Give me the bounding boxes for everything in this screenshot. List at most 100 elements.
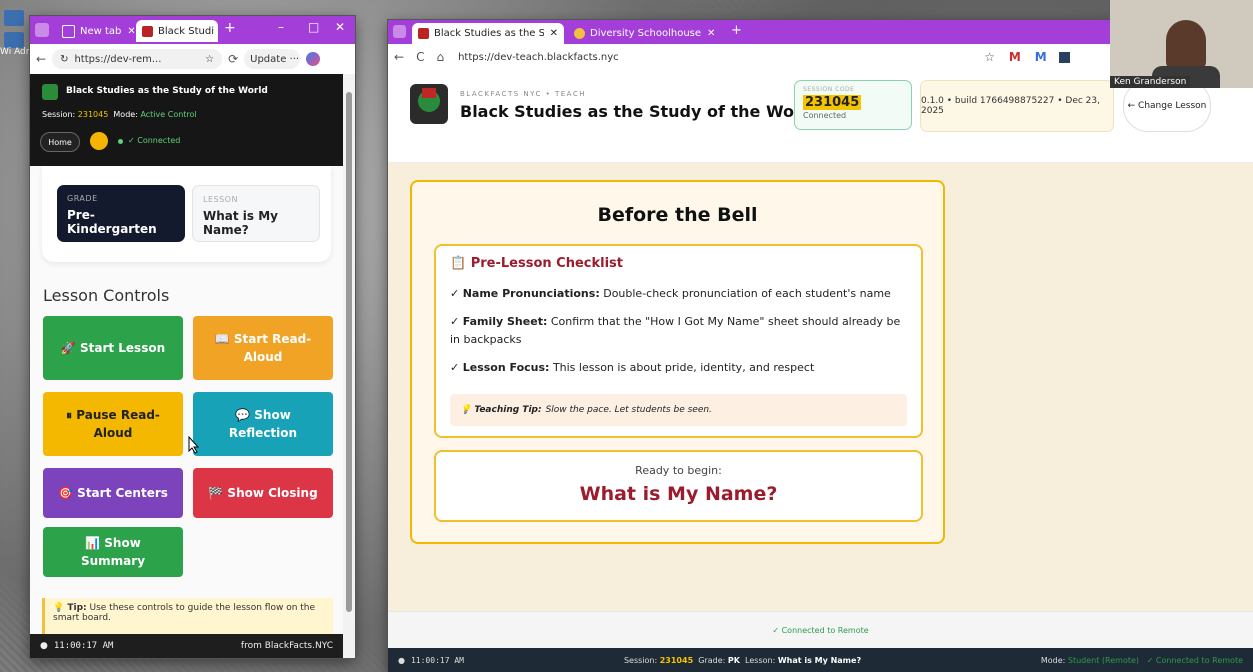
clock-icon: ● [40, 641, 48, 651]
minimize-icon[interactable]: – [278, 20, 284, 34]
grade-card: GRADE Pre-Kindergarten [57, 185, 185, 242]
remote-header: Black Studies as the Study of the World … [30, 74, 355, 166]
footer-source: from BlackFacts.NYC [240, 641, 333, 651]
close-icon[interactable]: ✕ [544, 28, 558, 39]
show-reflection-button[interactable]: 💬 Show Reflection [193, 392, 333, 456]
app-footer: ● 11:00:17 AM Session: 231045 Grade: PK … [388, 648, 1253, 672]
teaching-tip-text: Slow the pace. Let students be seen. [545, 405, 712, 415]
extension-icon[interactable]: ⟳ [228, 52, 238, 66]
update-label: Update [250, 53, 287, 65]
pause-read-aloud-button[interactable]: ⏸ Pause Read-Aloud [43, 392, 183, 456]
show-closing-button[interactable]: 🏁 Show Closing [193, 468, 333, 518]
webcam-person [1166, 20, 1206, 70]
tab-diversity-schoolhouse[interactable]: Diversity Schoolhouse ✕ [568, 23, 718, 44]
workspaces-icon[interactable] [35, 23, 49, 37]
checklist-item: ✓ Lesson Focus: This lesson is about pri… [450, 359, 907, 377]
extension-square-icon[interactable] [1058, 51, 1070, 63]
checklist-item: ✓ Family Sheet: Confirm that the "How I … [450, 313, 907, 349]
back-icon[interactable]: ← [394, 50, 404, 64]
tab-label: New tab [80, 25, 122, 37]
start-centers-button[interactable]: 🎯 Start Centers [43, 468, 183, 518]
blackfacts-logo-icon [42, 84, 58, 100]
tip-box: 💡 Tip: Use these controls to guide the l… [42, 598, 333, 634]
connection-status-bar: ✓ Connected to Remote [388, 611, 1253, 648]
footer-session-label: Session: [623, 655, 658, 665]
ready-to-begin-box: Ready to begin: What is My Name? [434, 450, 923, 522]
tab-label: Black Studi [158, 25, 214, 37]
ready-lesson-name: What is My Name? [579, 483, 778, 505]
remote-browser-window: New tab ✕ Black Studi ✕ + – □ ✕ ← ↻ http… [30, 16, 355, 658]
footer-mode-value: Student (Remote) [1067, 655, 1140, 665]
refresh-icon[interactable]: ↻ [60, 54, 68, 65]
favorite-star-icon[interactable]: ☆ [205, 54, 214, 65]
maximize-icon[interactable]: □ [308, 20, 319, 34]
scrollbar[interactable] [343, 74, 355, 658]
close-window-icon[interactable]: ✕ [335, 20, 345, 34]
start-lesson-button[interactable]: 🚀 Start Lesson [43, 316, 183, 380]
address-bar: ← ↻ https://dev-rem... ☆ ⟳ Update ··· [30, 44, 355, 75]
teach-browser-window: Black Studies as the Study of the ✕ Dive… [388, 20, 1253, 672]
session-line: Session: 231045 Mode: Active Control [42, 110, 197, 119]
item-label: Lesson Focus: [462, 361, 550, 374]
tab-label: Diversity Schoolhouse [590, 28, 702, 39]
tip-label: 💡 Tip: [53, 603, 87, 613]
back-icon[interactable]: ← [36, 52, 46, 66]
close-icon[interactable]: ✕ [121, 26, 134, 37]
url-field[interactable]: ↻ https://dev-rem... ☆ [52, 49, 223, 69]
gmail-icon[interactable]: M [1035, 50, 1047, 64]
webcam-overlay: Ken Granderson [1110, 0, 1253, 88]
favorite-star-icon[interactable]: ☆ [984, 50, 995, 64]
grade-label: GRADE [67, 194, 98, 203]
footer-session: Session: 231045 Grade: PK Lesson: What i… [624, 656, 861, 665]
session-code-label: SESSION CODE [803, 86, 855, 93]
footer-lesson-label: Lesson: [745, 655, 776, 665]
workspaces-icon[interactable] [393, 25, 406, 38]
remote-title: Black Studies as the Study of the World [66, 86, 268, 96]
blackfacts-favicon-icon [142, 25, 153, 37]
footer-grade: PK [727, 655, 740, 665]
remote-footer: ● 11:00:17 AM from BlackFacts.NYC [30, 634, 343, 658]
home-button[interactable]: Home [40, 132, 80, 152]
refresh-icon[interactable]: C [416, 50, 424, 64]
close-icon[interactable]: ✕ [701, 28, 715, 39]
sun-icon[interactable] [90, 132, 108, 150]
new-tab-icon [62, 24, 75, 38]
show-summary-button[interactable]: 📊 Show Summary [43, 527, 183, 577]
item-label: Name Pronunciations: [462, 287, 600, 300]
session-code: 231045 [803, 95, 862, 110]
close-icon[interactable]: ✕ [214, 26, 218, 37]
tab-black-studies[interactable]: Black Studies as the Study of the ✕ [412, 23, 564, 44]
extension-m-icon[interactable]: M [1009, 50, 1021, 64]
session-code: 231045 [77, 110, 109, 119]
checklist-item: ✓ Name Pronunciations: Double-check pron… [450, 285, 907, 303]
blackfacts-logo [410, 84, 448, 124]
check-icon: ✓ [450, 361, 460, 374]
lesson-value: What is My Name? [203, 209, 278, 237]
url-field[interactable]: https://dev-teach.blackfacts.nyc [450, 47, 921, 67]
teaching-tip-label: 💡 Teaching Tip: [460, 405, 542, 415]
url-text: https://dev-teach.blackfacts.nyc [458, 51, 619, 63]
start-read-aloud-button[interactable]: 📖 Start Read-Aloud [193, 316, 333, 380]
clock-icon: ● [398, 655, 405, 665]
ready-label: Ready to begin: [635, 464, 722, 477]
update-button[interactable]: Update ··· [244, 49, 301, 69]
copilot-icon[interactable] [306, 52, 321, 66]
item-text: Double-check pronunciation of each stude… [603, 287, 891, 300]
item-label: Family Sheet: [462, 315, 548, 328]
footer-status: ✓ Connected to Remote [1146, 655, 1243, 665]
item-text: This lesson is about pride, identity, an… [552, 361, 815, 374]
mode-label: Mode: [113, 110, 138, 119]
new-tab-plus-icon[interactable]: + [224, 20, 236, 36]
tab-new-tab[interactable]: New tab ✕ [56, 20, 134, 42]
tab-label: Black Studies as the Study of the [434, 28, 544, 39]
tab-black-studies[interactable]: Black Studi ✕ [136, 20, 218, 42]
url-text: https://dev-rem... [74, 53, 162, 65]
new-tab-plus-icon[interactable]: + [731, 23, 742, 38]
home-icon[interactable]: ⌂ [436, 50, 444, 64]
footer-grade-label: Grade: [698, 655, 726, 665]
footer-session-code: 231045 [659, 655, 694, 665]
stage-title: Before the Bell [597, 204, 758, 226]
lesson-label: LESSON [203, 195, 238, 204]
blackfacts-favicon-icon [418, 28, 429, 39]
lesson-card: LESSON What is My Name? [192, 185, 320, 242]
